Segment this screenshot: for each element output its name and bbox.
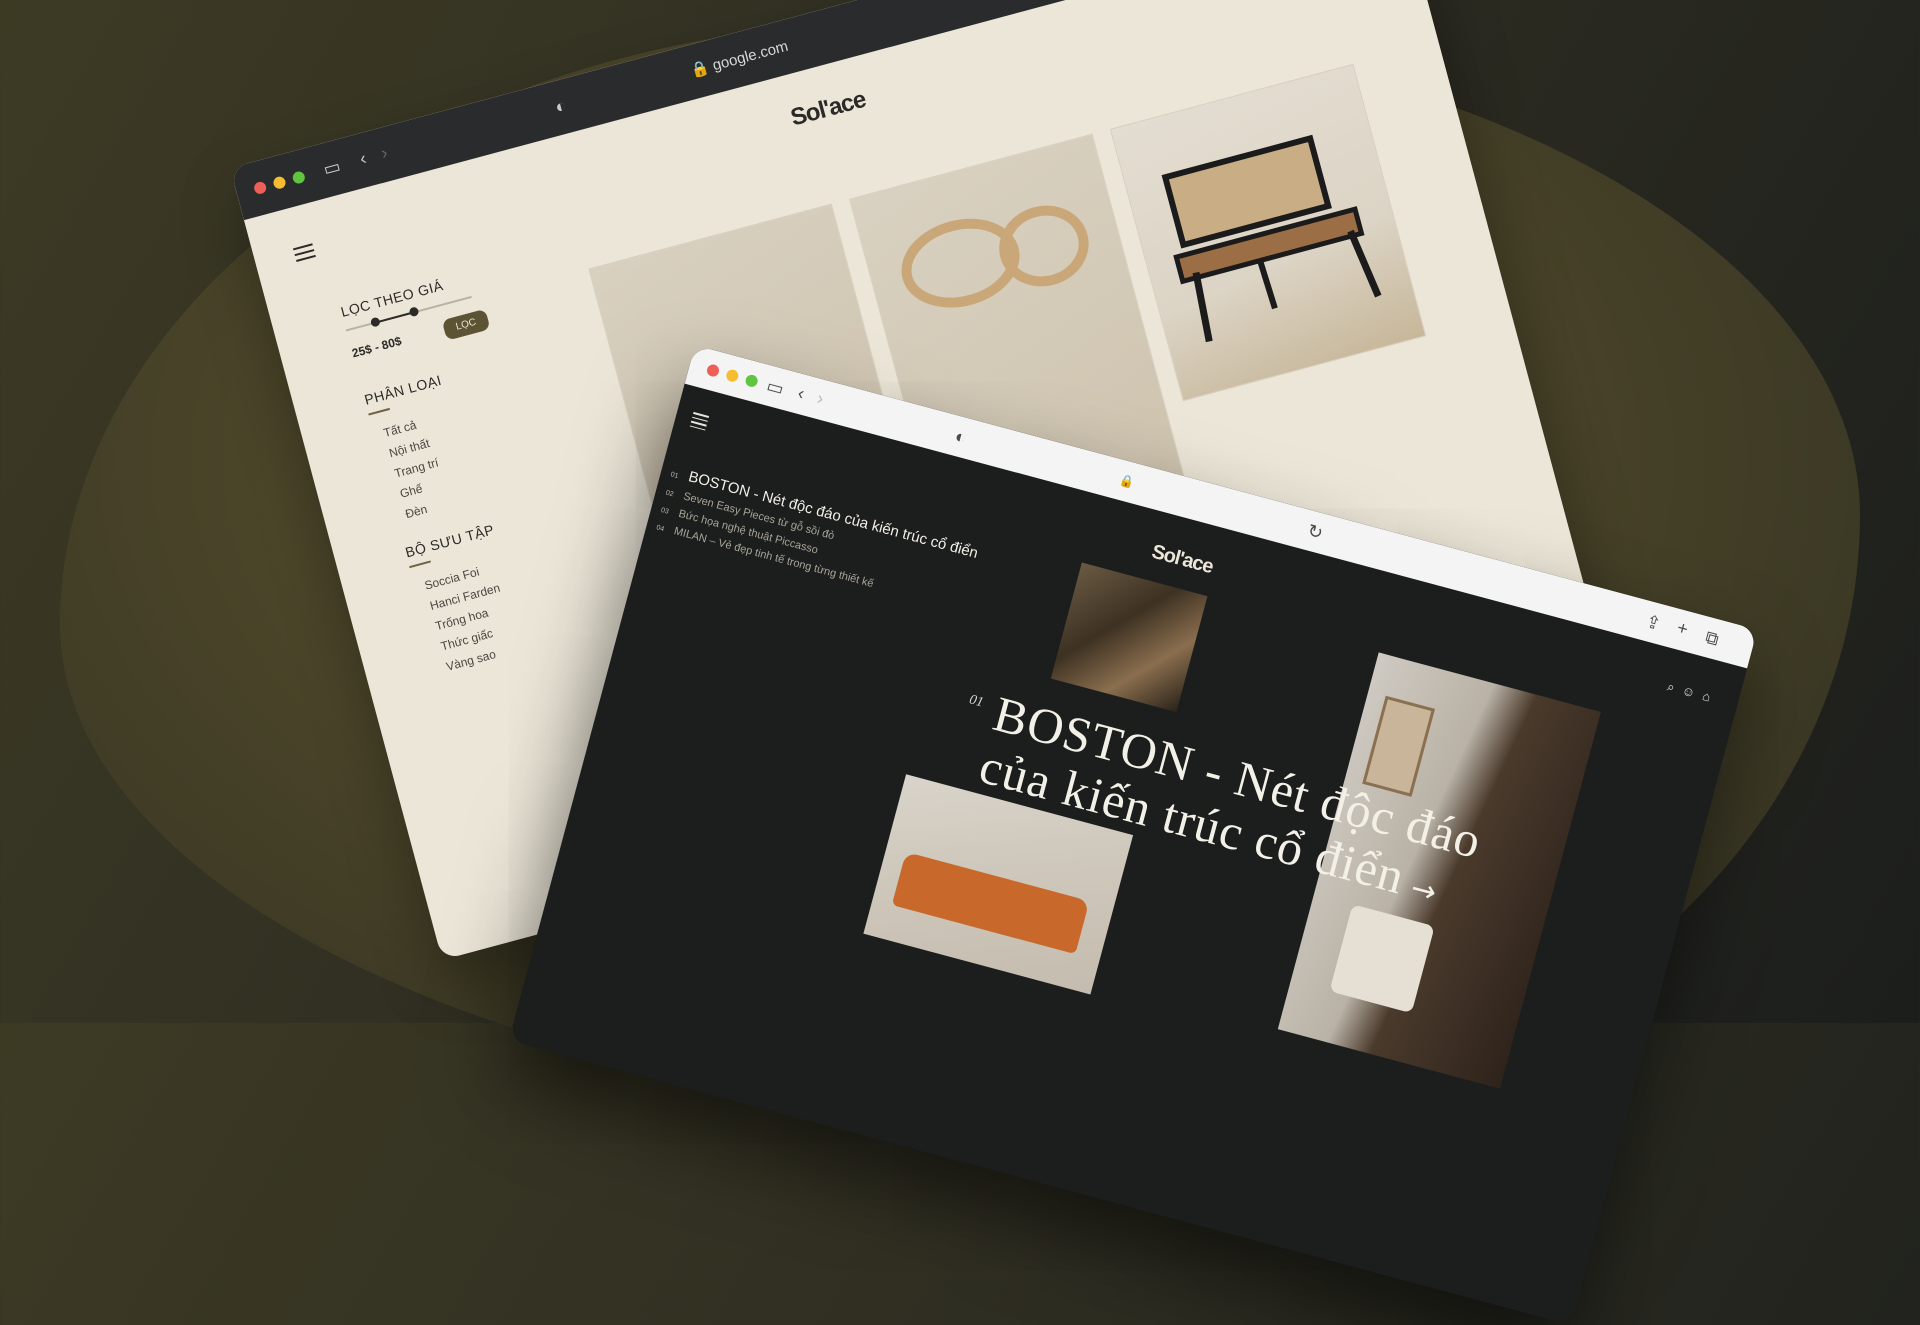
article-index: 01 BOSTON - Nét độc đáo của kiến trúc cổ…	[654, 463, 979, 619]
toc-number: 03	[660, 506, 670, 516]
title-underline	[368, 407, 391, 416]
wall-art-frame	[1362, 695, 1436, 797]
toc-number: 01	[669, 471, 680, 481]
sidebar-toggle-icon[interactable]: ▭	[321, 156, 343, 180]
orange-sofa-shape	[891, 851, 1090, 955]
window-controls	[705, 363, 759, 389]
back-icon[interactable]: ‹	[358, 148, 369, 169]
window-controls	[252, 170, 307, 196]
price-slider-min-handle[interactable]	[369, 316, 381, 328]
hero-number: 01	[967, 692, 986, 711]
back-icon[interactable]: ‹	[796, 383, 807, 404]
site-logo[interactable]: Sol'ace	[788, 86, 869, 133]
arrow-right-icon[interactable]: →	[1407, 871, 1441, 912]
filter-sidebar: LỌC THEO GIÁ 25$ - 80$ LỌC PHÂN LOẠI Tất…	[339, 268, 579, 697]
forward-icon[interactable]: ›	[379, 142, 390, 163]
product-image-cane-bench[interactable]	[1109, 63, 1427, 402]
reload-icon[interactable]: ↻	[1305, 520, 1325, 543]
close-button[interactable]	[252, 180, 268, 196]
price-slider-range	[374, 311, 414, 324]
category-list: Tất cả Nội thất Trang trí Ghế Đèn	[382, 393, 533, 521]
user-icon[interactable]: ☺	[1680, 683, 1697, 702]
site-logo[interactable]: Sol'ace	[1149, 541, 1215, 579]
new-tab-icon[interactable]: +	[1675, 617, 1690, 639]
share-icon[interactable]: ⇪	[1644, 611, 1664, 634]
header-actions: ⌕ ☺ ⌂	[1665, 679, 1713, 706]
cane-bench-illustration	[1161, 134, 1382, 343]
address-bar[interactable]: 🔒 google.com	[688, 37, 790, 80]
minimize-button[interactable]	[724, 368, 740, 384]
hamburger-menu-icon[interactable]	[292, 239, 317, 265]
tabs-overview-icon[interactable]: ⧉	[1703, 627, 1721, 650]
collection-list: Soccia Foi Hanci Farden Trống hoa Thức g…	[423, 545, 574, 674]
url-text: google.com	[710, 37, 791, 75]
toc-number: 02	[664, 489, 675, 499]
search-icon[interactable]: ⌕	[1665, 679, 1677, 696]
interior-photo-living-room	[1050, 562, 1208, 713]
filter-button[interactable]: LỌC	[441, 308, 491, 341]
armchair-shape	[1329, 904, 1435, 1014]
forward-icon[interactable]: ›	[815, 388, 826, 409]
price-slider-max-handle[interactable]	[408, 306, 420, 318]
maximize-button[interactable]	[291, 170, 307, 185]
sidebar-toggle-icon[interactable]: ▭	[765, 375, 787, 399]
title-underline	[409, 560, 431, 569]
toc-number: 04	[655, 524, 665, 534]
lock-icon[interactable]: 🔒	[1117, 471, 1136, 492]
cart-icon[interactable]: ⌂	[1701, 688, 1712, 705]
price-range-label: 25$ - 80$	[350, 333, 404, 361]
privacy-shield-icon[interactable]: ◐	[953, 426, 969, 448]
close-button[interactable]	[705, 363, 721, 378]
privacy-shield-icon[interactable]: ◐	[553, 95, 569, 117]
minimize-button[interactable]	[272, 175, 287, 191]
maximize-button[interactable]	[744, 373, 759, 389]
hamburger-menu-icon[interactable]	[689, 409, 710, 433]
